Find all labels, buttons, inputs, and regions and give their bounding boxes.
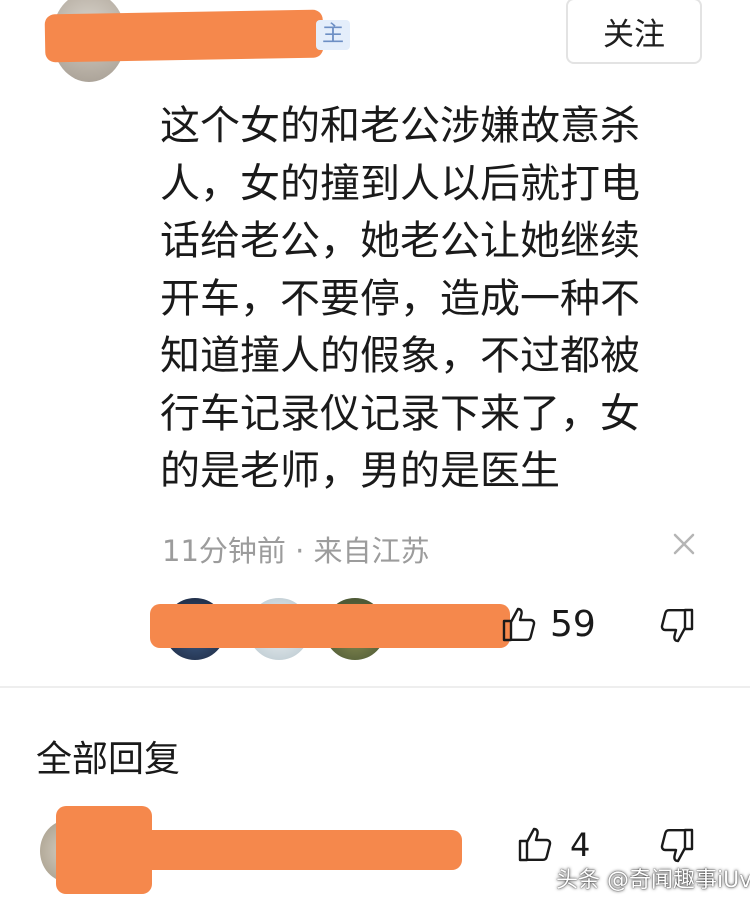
thumb-down-icon[interactable] — [656, 606, 696, 646]
all-replies-title: 全部回复 — [36, 739, 181, 780]
follow-button[interactable]: 关注 — [566, 0, 702, 64]
reply-text-redaction — [120, 830, 462, 870]
commenter-name-redaction — [44, 9, 324, 63]
watermark: 头条 @奇闻趣事iUvI — [556, 868, 750, 893]
comment-line: 的是老师，男的是医生 — [160, 448, 560, 494]
close-icon[interactable] — [666, 526, 702, 562]
comment-line: 开车，不要停，造成一种不 — [160, 275, 640, 322]
comment-line: 行车记录仪记录下来了，女 — [160, 390, 640, 437]
comment-line: 话给老公，她老公让她继续 — [160, 218, 640, 264]
comment-line: 这个女的和老公涉嫌故意杀 — [160, 103, 640, 149]
likers-redaction — [150, 604, 510, 648]
like-count: 4 — [570, 826, 591, 864]
thumb-down-icon[interactable] — [656, 826, 696, 866]
thumb-up-icon[interactable] — [516, 824, 556, 864]
section-divider — [0, 686, 750, 688]
comment-line: 人，女的撞到人以后就打电 — [160, 160, 640, 207]
author-tag: 主 — [316, 20, 351, 50]
thumb-up-icon[interactable] — [500, 604, 540, 644]
comment-body: 这个女的和老公涉嫌故意杀 人，女的撞到人以后就打电 话给老公，她老公让她继续 开… — [160, 98, 680, 501]
comment-line: 知道撞人的假象，不过都被 — [160, 333, 640, 379]
like-count: 59 — [550, 604, 596, 645]
comment-meta: 11分钟前 · 来自江苏 — [162, 534, 430, 568]
